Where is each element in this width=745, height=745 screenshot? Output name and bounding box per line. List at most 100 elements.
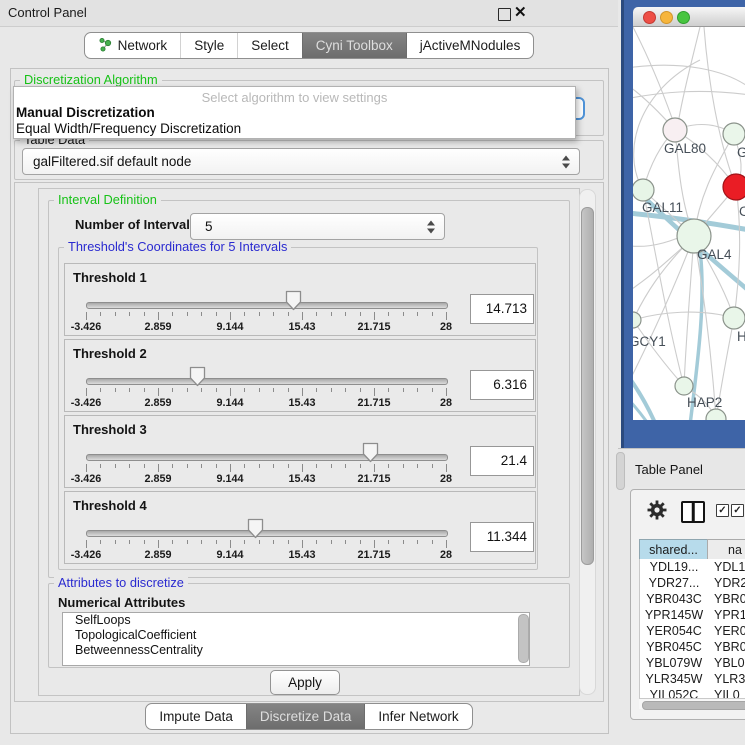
network-canvas[interactable]: GAL80 GA GAL11 GAL4 GCY1 H HAP2 C bbox=[633, 27, 745, 420]
cell-shared-name[interactable]: YBR045C bbox=[640, 639, 708, 655]
slider-tick bbox=[388, 464, 389, 468]
tab-impute-data[interactable]: Impute Data bbox=[146, 704, 246, 729]
cell-name[interactable]: YBR0 bbox=[708, 639, 745, 655]
tab-select[interactable]: Select bbox=[237, 33, 302, 58]
cell-name[interactable]: YBR0 bbox=[708, 591, 745, 607]
cell-name[interactable]: YDR2 bbox=[708, 575, 745, 591]
cell-shared-name[interactable]: YBL079W bbox=[640, 655, 708, 671]
node-gal11[interactable] bbox=[633, 179, 654, 201]
node-hap2[interactable] bbox=[675, 377, 693, 395]
table-row[interactable]: YBL079WYBL0 bbox=[640, 655, 745, 671]
threshold-slider-ticks bbox=[86, 540, 446, 549]
threshold-slider-thumb[interactable] bbox=[189, 366, 206, 387]
cell-name[interactable]: YER0 bbox=[708, 623, 745, 639]
cell-shared-name[interactable]: YBR043C bbox=[640, 591, 708, 607]
threshold-slider-track[interactable] bbox=[86, 454, 448, 461]
gear-icon[interactable] bbox=[647, 500, 667, 520]
threshold-slider-track[interactable] bbox=[86, 302, 448, 309]
threshold-slider-scale: -3.4262.8599.14415.4321.71528 bbox=[86, 397, 446, 410]
threshold-value-field[interactable]: 21.4 bbox=[470, 446, 534, 476]
slider-scale-label: 2.859 bbox=[144, 397, 171, 409]
network-window-titlebar[interactable] bbox=[633, 7, 745, 27]
threshold-value-field[interactable]: 11.344 bbox=[470, 522, 534, 552]
float-window-icon[interactable] bbox=[498, 8, 511, 21]
threshold-label: Threshold 1 bbox=[73, 270, 147, 285]
close-icon[interactable]: ✕ bbox=[514, 3, 527, 21]
cell-shared-name[interactable]: YDR27... bbox=[640, 575, 708, 591]
threshold-slider-thumb[interactable] bbox=[285, 290, 302, 311]
node-ga[interactable] bbox=[723, 123, 745, 145]
zoom-traffic-light[interactable] bbox=[677, 11, 690, 24]
cell-shared-name[interactable]: YER054C bbox=[640, 623, 708, 639]
cell-name[interactable]: YBL0 bbox=[708, 655, 745, 671]
cell-shared-name[interactable]: YIL052C bbox=[640, 687, 708, 698]
number-of-intervals-value: 5 bbox=[205, 214, 213, 239]
apply-button[interactable]: Apply bbox=[270, 670, 340, 695]
node-gcy1[interactable] bbox=[633, 312, 641, 328]
cell-name[interactable]: YLR3 bbox=[708, 671, 745, 687]
tab-network[interactable]: Network bbox=[85, 33, 181, 58]
cell-name[interactable]: YPR1 bbox=[708, 607, 745, 623]
attributes-scrollbar-thumb[interactable] bbox=[518, 614, 529, 663]
slider-tick bbox=[388, 388, 389, 392]
split-panel-icon[interactable] bbox=[681, 501, 705, 523]
cell-name[interactable]: YIL0 bbox=[708, 687, 740, 698]
number-of-intervals-combo[interactable]: 5 bbox=[190, 213, 445, 240]
cell-shared-name[interactable]: YPR145W bbox=[640, 607, 708, 623]
threshold-slider-thumb[interactable] bbox=[362, 442, 379, 463]
table-row[interactable]: YDR27...YDR2 bbox=[640, 575, 745, 591]
node-selected-red[interactable] bbox=[723, 174, 745, 200]
slider-scale-label: 28 bbox=[440, 473, 452, 485]
tab-jactivemnodules[interactable]: jActiveMNodules bbox=[406, 33, 534, 58]
node-gal80[interactable] bbox=[663, 118, 687, 142]
threshold-label: Threshold 4 bbox=[73, 498, 147, 513]
table-hscrollbar-track[interactable] bbox=[639, 698, 745, 709]
thresholds-group-label: Threshold's Coordinates for 5 Intervals bbox=[64, 240, 291, 254]
tab-cyni-toolbox-label: Cyni Toolbox bbox=[316, 38, 393, 53]
slider-tick bbox=[331, 464, 332, 468]
tab-cyni-toolbox[interactable]: Cyni Toolbox bbox=[302, 33, 406, 58]
column-header-name[interactable]: na bbox=[707, 539, 745, 560]
threshold-slider-thumb[interactable] bbox=[247, 518, 264, 539]
node-partial-bottom[interactable] bbox=[706, 409, 726, 420]
cell-shared-name[interactable]: YLR345W bbox=[640, 671, 708, 687]
popup-option-manual-discretization[interactable]: Manual Discretization bbox=[16, 105, 155, 120]
close-traffic-light[interactable] bbox=[643, 11, 656, 24]
node-label-gal80: GAL80 bbox=[664, 141, 706, 156]
cell-name[interactable]: YDL1 bbox=[708, 559, 745, 575]
column-header-shared-name[interactable]: shared... bbox=[639, 539, 708, 560]
attribute-list-item[interactable]: TopologicalCoefficient bbox=[63, 628, 529, 643]
control-panel-title: Control Panel bbox=[8, 5, 87, 20]
tab-discretize-data[interactable]: Discretize Data bbox=[246, 704, 365, 729]
threshold-value-field[interactable]: 14.713 bbox=[470, 294, 534, 324]
table-row[interactable]: YDL19...YDL1 bbox=[640, 559, 745, 575]
settings-scrollbar-thumb[interactable] bbox=[581, 207, 594, 565]
threshold-slider-track[interactable] bbox=[86, 378, 448, 385]
threshold-label: Threshold 3 bbox=[73, 422, 147, 437]
table-row[interactable]: YBR045CYBR0 bbox=[640, 639, 745, 655]
table-row[interactable]: YLR345WYLR3 bbox=[640, 671, 745, 687]
cell-shared-name[interactable]: YDL19... bbox=[640, 559, 708, 575]
tab-style[interactable]: Style bbox=[180, 33, 237, 58]
threshold-slider-track[interactable] bbox=[86, 530, 448, 537]
splitter-handle[interactable] bbox=[616, 452, 625, 490]
slider-tick bbox=[360, 540, 361, 544]
numerical-attributes-list[interactable]: SelfLoopsTopologicalCoefficientBetweenne… bbox=[62, 612, 530, 666]
checkbox-icon[interactable]: ✓ bbox=[731, 504, 744, 517]
table-row[interactable]: YIL052CYIL0 bbox=[640, 687, 745, 698]
threshold-value-field[interactable]: 6.316 bbox=[470, 370, 534, 400]
attribute-list-item[interactable]: BetweennessCentrality bbox=[63, 643, 529, 658]
checkbox-icon[interactable]: ✓ bbox=[716, 504, 729, 517]
slider-tick bbox=[172, 540, 173, 544]
node-h[interactable] bbox=[723, 307, 745, 329]
minimize-traffic-light[interactable] bbox=[660, 11, 673, 24]
table-row[interactable]: YBR043CYBR0 bbox=[640, 591, 745, 607]
table-hscrollbar-thumb[interactable] bbox=[642, 701, 745, 710]
bottom-tabbar: Impute Data Discretize Data Infer Networ… bbox=[0, 703, 618, 730]
tab-infer-network[interactable]: Infer Network bbox=[364, 704, 471, 729]
table-row[interactable]: YER054CYER0 bbox=[640, 623, 745, 639]
table-row[interactable]: YPR145WYPR1 bbox=[640, 607, 745, 623]
table-data-combo[interactable]: galFiltered.sif default node bbox=[22, 148, 580, 175]
popup-option-equal-width[interactable]: Equal Width/Frequency Discretization bbox=[16, 121, 241, 136]
attribute-list-item[interactable]: SelfLoops bbox=[63, 613, 529, 628]
